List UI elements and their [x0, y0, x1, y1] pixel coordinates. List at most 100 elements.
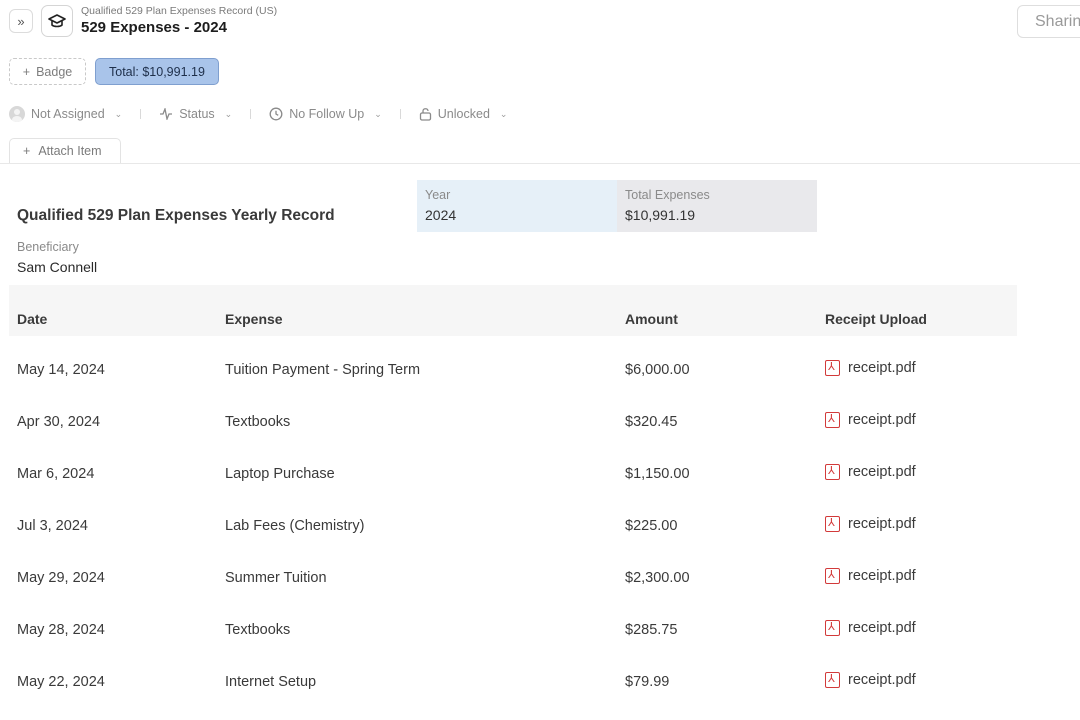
- receipt-filename: receipt.pdf: [848, 620, 916, 636]
- chevron-down-icon: ⌄: [224, 108, 233, 119]
- cell-amount: $225.00: [625, 518, 678, 534]
- cell-expense: Lab Fees (Chemistry): [225, 518, 365, 534]
- cell-expense: Laptop Purchase: [225, 466, 335, 482]
- graduation-cap-icon: [41, 5, 73, 37]
- record-title: Qualified 529 Plan Expenses Yearly Recor…: [17, 207, 335, 224]
- total-expenses-field: Total Expenses $10,991.19: [617, 180, 817, 232]
- column-header-date: Date: [17, 311, 48, 327]
- expenses-table: Date Expense Amount Receipt Upload May 1…: [9, 285, 1017, 700]
- attach-item-button[interactable]: + Attach Item: [9, 138, 121, 163]
- lock-label: Unlocked: [437, 107, 490, 121]
- chevron-down-icon: ⌄: [114, 108, 123, 119]
- unlock-icon: [419, 108, 431, 121]
- receipt-link[interactable]: receipt.pdf: [825, 464, 916, 480]
- lock-dropdown[interactable]: Unlocked ⌄: [419, 107, 508, 121]
- beneficiary-value[interactable]: Sam Connell: [17, 259, 97, 275]
- receipt-link[interactable]: receipt.pdf: [825, 568, 916, 584]
- follow-up-label: No Follow Up: [289, 107, 365, 121]
- status-dropdown[interactable]: Status ⌄: [159, 107, 232, 121]
- year-label: Year: [425, 188, 451, 202]
- cell-expense: Internet Setup: [225, 674, 317, 690]
- receipt-link[interactable]: receipt.pdf: [825, 620, 916, 636]
- chevron-down-icon: ⌄: [499, 108, 508, 119]
- receipt-filename: receipt.pdf: [848, 568, 916, 584]
- total-badge[interactable]: Total: $10,991.19: [95, 58, 219, 85]
- cell-date: Mar 6, 2024: [17, 466, 95, 482]
- status-label: Status: [179, 107, 215, 121]
- receipt-link[interactable]: receipt.pdf: [825, 516, 916, 532]
- title-block: Qualified 529 Plan Expenses Record (US) …: [81, 5, 277, 37]
- pdf-icon: [825, 412, 840, 428]
- pdf-icon: [825, 672, 840, 688]
- pdf-icon: [825, 620, 840, 636]
- avatar-icon: [9, 106, 25, 122]
- expand-sidebar-button[interactable]: »: [9, 9, 33, 33]
- cell-amount: $320.45: [625, 414, 678, 430]
- breadcrumb[interactable]: Qualified 529 Plan Expenses Record (US): [81, 5, 277, 17]
- header-divider: [0, 163, 1080, 164]
- assignee-dropdown[interactable]: Not Assigned ⌄: [9, 106, 122, 122]
- cell-expense: Textbooks: [225, 414, 291, 430]
- beneficiary-label: Beneficiary: [17, 240, 79, 254]
- clock-icon: [269, 107, 283, 121]
- table-row[interactable]: Mar 6, 2024 Laptop Purchase $1,150.00 re…: [9, 440, 1017, 492]
- year-value: 2024: [425, 207, 457, 223]
- cell-expense: Tuition Payment - Spring Term: [225, 362, 421, 378]
- cell-amount: $285.75: [625, 622, 678, 638]
- table-row[interactable]: May 28, 2024 Textbooks $285.75 receipt.p…: [9, 596, 1017, 648]
- divider: [399, 109, 401, 119]
- activity-icon: [160, 108, 173, 120]
- receipt-link[interactable]: receipt.pdf: [825, 672, 916, 688]
- cell-expense: Summer Tuition: [225, 570, 327, 586]
- cell-amount: $2,300.00: [625, 570, 690, 586]
- receipt-filename: receipt.pdf: [848, 672, 916, 688]
- column-header-expense: Expense: [225, 311, 283, 327]
- cell-amount: $79.99: [625, 674, 670, 690]
- receipt-filename: receipt.pdf: [848, 464, 916, 480]
- plus-icon: +: [23, 144, 31, 158]
- cell-date: May 22, 2024: [17, 674, 105, 690]
- pdf-icon: [825, 464, 840, 480]
- table-row[interactable]: May 14, 2024 Tuition Payment - Spring Te…: [9, 336, 1017, 388]
- sharing-button[interactable]: Sharing: [1017, 5, 1080, 38]
- receipt-filename: receipt.pdf: [848, 360, 916, 376]
- top-bar: » Qualified 529 Plan Expenses Record (US…: [0, 0, 1080, 48]
- pdf-icon: [825, 568, 840, 584]
- follow-up-dropdown[interactable]: No Follow Up ⌄: [269, 107, 382, 121]
- cell-date: May 14, 2024: [17, 362, 105, 378]
- receipt-filename: receipt.pdf: [848, 412, 916, 428]
- table-row[interactable]: May 22, 2024 Internet Setup $79.99 recei…: [9, 648, 1017, 700]
- divider: [140, 109, 142, 119]
- table-row[interactable]: Jul 3, 2024 Lab Fees (Chemistry) $225.00…: [9, 492, 1017, 544]
- pdf-icon: [825, 516, 840, 532]
- year-field[interactable]: Year 2024: [417, 180, 617, 232]
- cell-date: Jul 3, 2024: [17, 518, 88, 534]
- divider: [250, 109, 252, 119]
- pdf-icon: [825, 360, 840, 376]
- assignee-label: Not Assigned: [31, 107, 105, 121]
- cell-date: Apr 30, 2024: [17, 414, 101, 430]
- cell-amount: $1,150.00: [625, 466, 690, 482]
- plus-icon: +: [22, 64, 31, 79]
- cell-date: May 29, 2024: [17, 570, 105, 586]
- total-expenses-label: Total Expenses: [625, 188, 710, 202]
- total-expenses-value: $10,991.19: [625, 207, 696, 223]
- cell-expense: Textbooks: [225, 622, 291, 638]
- add-badge-button[interactable]: + Badge: [9, 58, 86, 85]
- receipt-link[interactable]: receipt.pdf: [825, 412, 916, 428]
- receipt-link[interactable]: receipt.pdf: [825, 360, 916, 376]
- chevron-down-icon: ⌄: [374, 108, 382, 119]
- table-header: Date Expense Amount Receipt Upload: [9, 285, 1017, 336]
- table-row[interactable]: Apr 30, 2024 Textbooks $320.45 receipt.p…: [9, 388, 1017, 440]
- cell-amount: $6,000.00: [625, 362, 690, 378]
- double-chevron-right-icon: »: [17, 13, 25, 29]
- meta-toolbar: Not Assigned ⌄ Status ⌄ No Follow Up ⌄ U…: [9, 104, 507, 124]
- cell-date: May 28, 2024: [17, 622, 105, 638]
- page-title: 529 Expenses - 2024: [81, 19, 227, 36]
- receipt-filename: receipt.pdf: [848, 516, 916, 532]
- column-header-receipt: Receipt Upload: [825, 311, 927, 327]
- table-row[interactable]: May 29, 2024 Summer Tuition $2,300.00 re…: [9, 544, 1017, 596]
- add-badge-label: Badge: [36, 64, 73, 79]
- column-header-amount: Amount: [625, 311, 678, 327]
- badge-row: + Badge Total: $10,991.19: [9, 58, 219, 86]
